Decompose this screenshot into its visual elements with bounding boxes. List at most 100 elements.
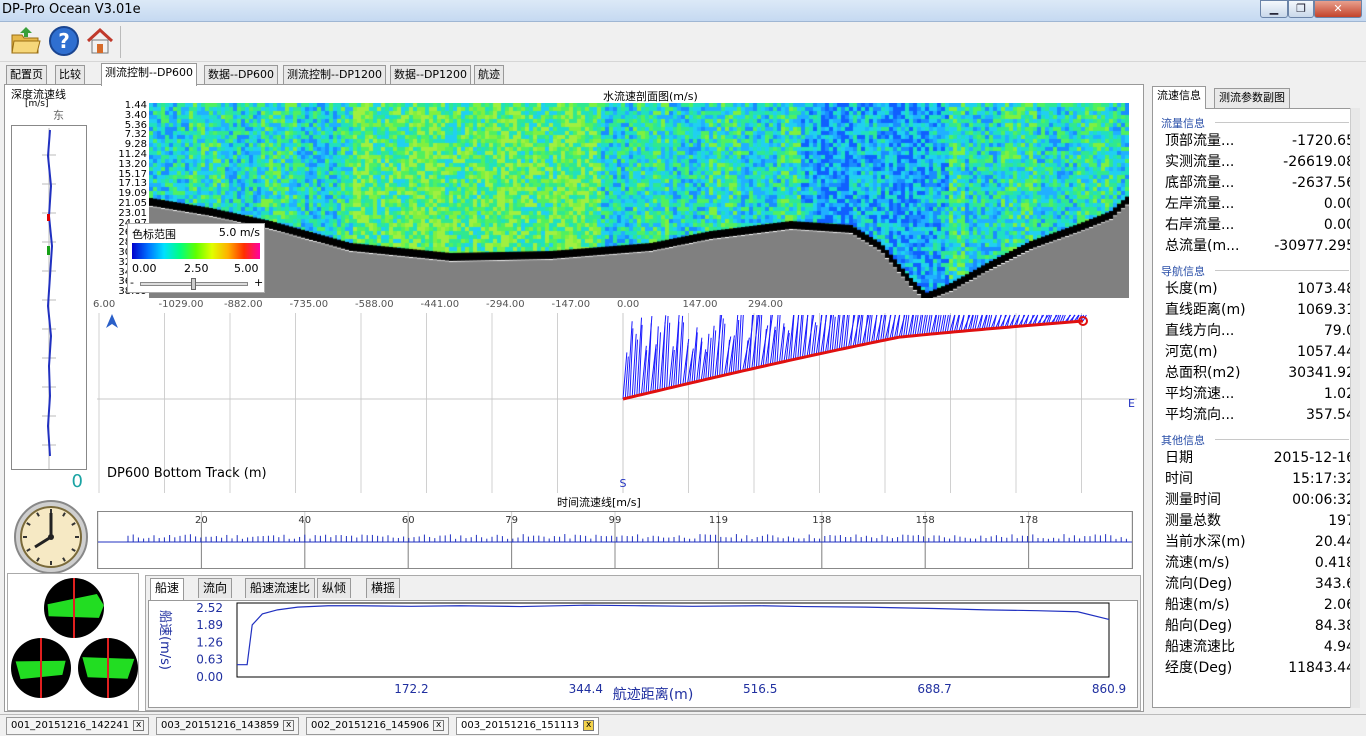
colorbar-tick-1: 2.50 (184, 262, 209, 275)
other-info-label: 测量时间 (1165, 492, 1221, 508)
other-info-value: 343.6 (1314, 576, 1355, 592)
bottom-tabs: 船速 流向 船速流速比 纵倾 横摇 (150, 578, 550, 600)
tab-roll[interactable]: 横摇 (366, 578, 401, 598)
time-velocity-plot: 20 40 60 79 99 119 138 158 178 (97, 511, 1133, 569)
flow-info-row: 底部流量... -2637.56 (1165, 173, 1355, 194)
minimize-button[interactable]: ▁ (1260, 0, 1288, 18)
other-info-row: 时间 15:17:32 (1165, 469, 1355, 490)
colorbar-minus[interactable]: - (130, 276, 134, 289)
tab-flow-params[interactable]: 测流参数副图 (1214, 88, 1290, 108)
flow-info-value: -26619.08 (1283, 154, 1355, 170)
file-tab-4-label: 003_20151216_151113 (461, 720, 580, 731)
other-info-row: 流速(m/s) 0.418 (1165, 553, 1355, 574)
tab-pitch[interactable]: 纵倾 (317, 578, 352, 598)
other-info-label: 经度(Deg) (1165, 660, 1233, 676)
colorbar-slider[interactable] (140, 278, 248, 290)
depth-marker-green (47, 246, 50, 255)
toolbar-separator (120, 26, 121, 58)
right-scrollbar[interactable] (1350, 108, 1360, 708)
other-info-value: 0.418 (1314, 555, 1355, 571)
nav-info-row: 长度(m) 1073.48 (1165, 279, 1355, 300)
toolbar: ? (0, 22, 1366, 62)
other-info-label: 船速流速比 (1165, 639, 1235, 655)
nav-info-label: 河宽(m) (1165, 344, 1218, 360)
maximize-button[interactable]: ❐ (1288, 0, 1314, 18)
other-info-label: 船速(m/s) (1165, 597, 1230, 613)
track-x-tick-label: 6.00 (93, 299, 116, 310)
tab-config[interactable]: 配置页 (6, 65, 47, 85)
home-icon[interactable] (84, 25, 116, 57)
tab-flow-control-dp1200[interactable]: 测流控制--DP1200 (283, 65, 387, 85)
nav-info-label: 直线距离(m) (1165, 302, 1246, 318)
track-x-tick-label: -294.00 (486, 299, 525, 310)
close-icon[interactable]: x (133, 719, 145, 731)
colorbar-plus[interactable]: + (254, 276, 263, 289)
nav-info-label: 直线方向... (1165, 323, 1235, 339)
flow-info-value: -30977.295 (1274, 238, 1355, 254)
tab-data-dp600[interactable]: 数据--DP600 (204, 65, 279, 85)
clock-icon (14, 500, 88, 574)
tab-data-dp1200[interactable]: 数据--DP1200 (390, 65, 472, 85)
flow-info-row: 右岸流量... 0.00 (1165, 215, 1355, 236)
flow-info-label: 顶部流量... (1165, 133, 1235, 149)
nav-info-row: 平均流速... 1.02 (1165, 384, 1355, 405)
nav-info-row: 总面积(m2) 30341.92 (1165, 363, 1355, 384)
track-x-tick-label: -882.00 (224, 299, 263, 310)
depth-panel-direction: 东 (53, 109, 64, 122)
file-tab-3[interactable]: 002_20151216_145906 x (306, 717, 450, 735)
group-divider (1215, 122, 1349, 123)
right-panel: 流速信息 测流参数副图 流量信息 顶部流量... -1720.65 实测流量... -2… (1148, 84, 1362, 712)
help-icon[interactable]: ? (48, 25, 80, 57)
nav-info-label: 平均流速... (1165, 386, 1235, 402)
speed-x-tick: 172.2 (394, 682, 428, 696)
file-tab-4[interactable]: 003_20151216_151113 x (456, 717, 600, 735)
window-title: DP-Pro Ocean V3.01e (2, 2, 141, 17)
track-start-label: S (620, 477, 627, 490)
other-info-value: 84.38 (1314, 618, 1355, 634)
other-info-value: 20.44 (1314, 534, 1355, 550)
file-tab-2[interactable]: 003_20151216_143859 x (156, 717, 300, 735)
close-icon[interactable]: x (583, 719, 595, 731)
info-panel: 流量信息 顶部流量... -1720.65 实测流量... -26619.08 底部流量.… (1152, 108, 1360, 708)
open-folder-icon[interactable] (10, 25, 42, 57)
velocity-profile (149, 103, 1129, 298)
tab-boat-speed[interactable]: 船速 (150, 578, 185, 600)
track-x-tick-label: 294.00 (748, 299, 783, 310)
track-x-tick-label: -1029.00 (158, 299, 204, 310)
nav-info-row: 河宽(m) 1057.44 (1165, 342, 1355, 363)
tab-boat-flow-ratio[interactable]: 船速流速比 (245, 578, 316, 598)
speed-y-label: 船速(m/s) (157, 610, 172, 670)
nav-info-row: 直线方向... 79.0 (1165, 321, 1355, 342)
tab-compare[interactable]: 比较 (55, 65, 85, 85)
nav-info-value: 357.54 (1306, 407, 1355, 423)
flow-info-label: 左岸流量... (1165, 196, 1235, 212)
tab-flow-control-dp600[interactable]: 测流控制--DP600 (101, 63, 198, 86)
nav-info-label: 平均流向... (1165, 407, 1235, 423)
speed-y-tick: 1.26 (196, 635, 223, 649)
tab-flow-info[interactable]: 流速信息 (1152, 86, 1206, 109)
close-button[interactable]: ✕ (1314, 0, 1362, 18)
tab-track[interactable]: 航迹 (474, 65, 504, 85)
speed-x-tick: 344.4 (569, 682, 603, 696)
colorbar-slider-thumb[interactable] (191, 278, 196, 290)
roll-dial (78, 638, 138, 698)
colorbar-title: 色标范围 (132, 228, 176, 241)
depth-marker-red (47, 214, 50, 221)
file-tab-1[interactable]: 001_20151216_142241 x (6, 717, 150, 735)
close-icon[interactable]: x (283, 719, 295, 731)
speed-x-label: 航迹距离(m) (613, 686, 694, 703)
attitude-panel (7, 573, 139, 711)
other-info-label: 测量总数 (1165, 513, 1221, 529)
profile-canvas (149, 103, 1129, 298)
time-tick-label: 158 (916, 515, 935, 526)
close-icon[interactable]: x (433, 719, 445, 731)
depth-panel-value: 0 (71, 471, 83, 492)
time-tick-label: 178 (1019, 515, 1038, 526)
track-x-tick-label: -147.00 (551, 299, 591, 310)
tab-flow-direction[interactable]: 流向 (198, 578, 233, 598)
speed-y-tick: 0.00 (196, 670, 223, 684)
pitch-dial (11, 638, 71, 698)
flow-info-title: 流量信息 (1161, 117, 1205, 130)
track-x-tick-label: 0.00 (617, 299, 640, 310)
speed-y-tick: 1.89 (196, 618, 223, 632)
